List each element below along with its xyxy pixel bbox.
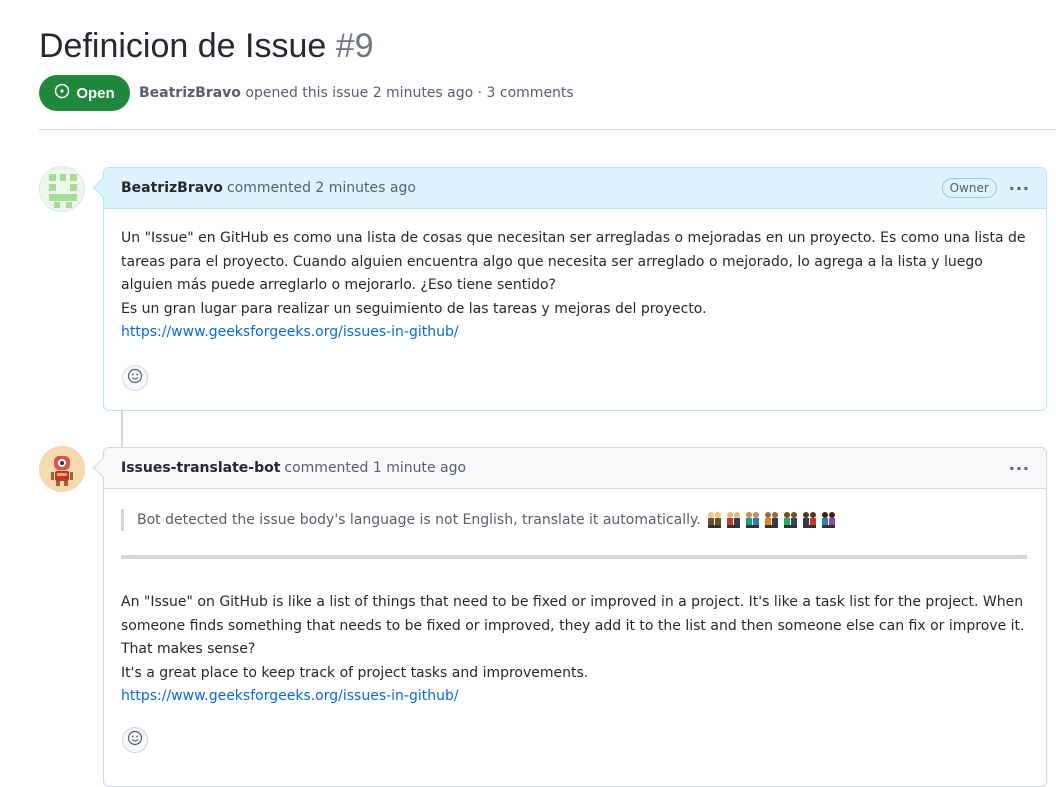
issue-title-text: Definicion de Issue (39, 27, 327, 65)
comment-owner: BeatrizBravo commented 2 minutes ago Own… (92, 167, 1047, 411)
issue-meta-text: opened this issue 2 minutes ago · 3 comm… (245, 85, 574, 101)
owner-badge: Owner (941, 178, 997, 198)
comment-link[interactable]: https://www.geeksforgeeks.org/issues-in-… (121, 324, 459, 340)
issue-state-badge: Open (39, 75, 130, 111)
smiley-icon (127, 368, 143, 388)
comment-timestamp[interactable]: commented 2 minutes ago (227, 180, 416, 196)
comment-paragraph-2: Es un gran lugar para realizar un seguim… (121, 300, 707, 317)
add-reaction-button[interactable] (122, 365, 148, 391)
comment-paragraph-2: It's a great place to keep track of proj… (121, 664, 589, 681)
comment-header: Issues-translate-bot commented 1 minute … (104, 448, 1046, 489)
issue-number: #9 (335, 27, 374, 65)
comment-header: BeatrizBravo commented 2 minutes ago Own… (104, 168, 1046, 209)
avatar-beatrizbravo[interactable] (39, 166, 85, 212)
kebab-horizontal-icon[interactable]: ··· (1009, 179, 1030, 198)
issue-title: Definicion de Issue #9 (39, 24, 374, 68)
comment-bot: Issues-translate-bot commented 1 minute … (92, 447, 1047, 787)
comment-link[interactable]: https://www.geeksforgeeks.org/issues-in-… (121, 688, 459, 704)
issue-author-link[interactable]: BeatrizBravo (139, 85, 241, 101)
issue-state-label: Open (76, 84, 115, 102)
comment-body: Un "Issue" en GitHub es como una lista d… (104, 209, 1046, 345)
comment-author[interactable]: Issues-translate-bot (121, 460, 280, 476)
comment-author[interactable]: BeatrizBravo (121, 180, 223, 196)
header-divider (39, 129, 1056, 130)
comment-timestamp[interactable]: commented 1 minute ago (284, 460, 466, 476)
comment-body: Bot detected the issue body's language i… (104, 489, 1046, 709)
avatar-issues-translate-bot[interactable] (39, 446, 85, 492)
smiley-icon (127, 730, 143, 750)
kebab-horizontal-icon[interactable]: ··· (1009, 459, 1030, 478)
add-reaction-button[interactable] (122, 727, 148, 753)
comment-paragraph: Un "Issue" en GitHub es como una lista d… (121, 230, 1026, 293)
issue-meta: BeatrizBravo opened this issue 2 minutes… (139, 84, 574, 102)
issue-opened-icon (54, 83, 70, 103)
people-holding-hands-icon (707, 511, 841, 529)
timeline-connector (121, 410, 123, 447)
comment-paragraph: An "Issue" on GitHub is like a list of t… (121, 594, 1025, 657)
bot-quote: Bot detected the issue body's language i… (121, 509, 1029, 531)
bot-quote-text: Bot detected the issue body's language i… (137, 512, 701, 528)
